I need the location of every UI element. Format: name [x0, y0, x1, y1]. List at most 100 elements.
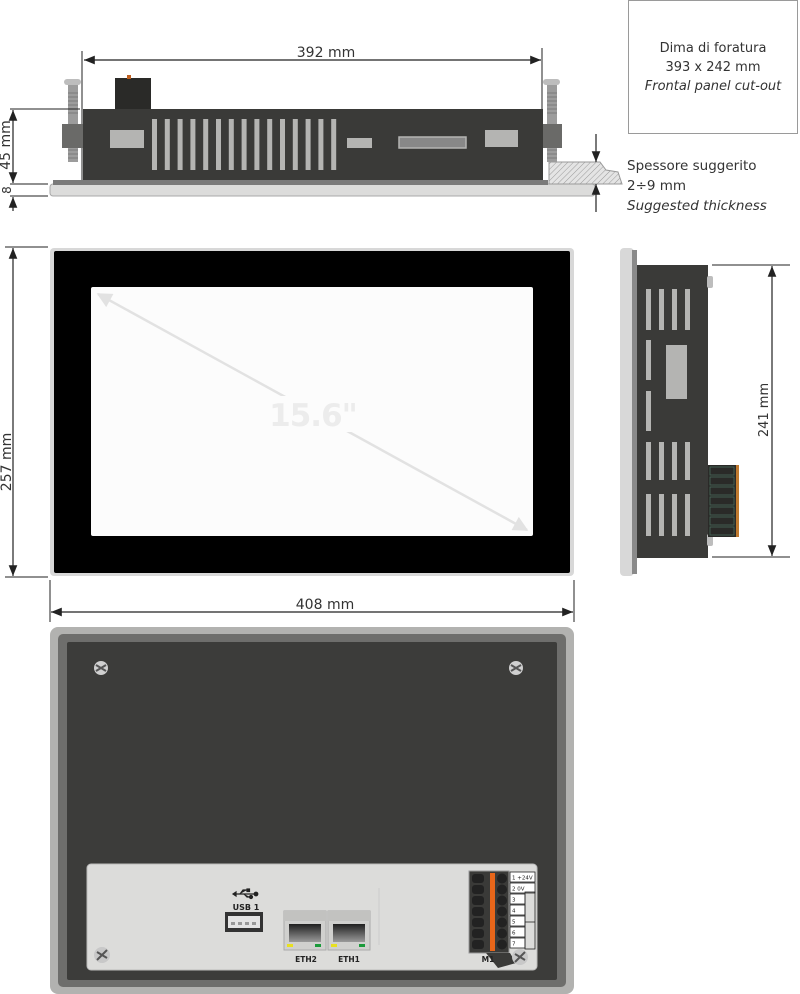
- vent-slot: [203, 119, 209, 170]
- vent-slot: [305, 119, 311, 170]
- terminal-release: [497, 917, 507, 928]
- vent-slot: [292, 119, 298, 170]
- vent-slot: [659, 289, 664, 330]
- terminal-wire-hole: [472, 874, 484, 883]
- usb-label: USB 1: [233, 903, 260, 912]
- dimension-label-257: 257 mm: [0, 433, 15, 491]
- vent-slot: [685, 442, 690, 480]
- diagonal-size-label: 15.6": [269, 398, 357, 434]
- terminal-wire-hole: [472, 885, 484, 894]
- thickness-note-range: 2÷9 mm: [627, 178, 687, 194]
- vent-slot: [646, 494, 651, 536]
- terminal-release: [497, 895, 507, 906]
- sd-slot: [398, 136, 467, 149]
- vent-slot: [672, 494, 677, 536]
- terminal-wire-hole: [472, 907, 484, 916]
- screw-icon: [94, 947, 110, 963]
- terminal-wire-hole: [472, 896, 484, 905]
- side-screw-top: [707, 276, 713, 288]
- dimension-label-241: 241 mm: [757, 383, 772, 437]
- vent-slot: [672, 289, 677, 330]
- terminal-release: [497, 939, 507, 950]
- terminal-release: [497, 873, 507, 884]
- vent-slots: [152, 119, 337, 170]
- terminal-fin: [709, 486, 735, 496]
- mounting-screw-right: [543, 79, 562, 162]
- port-rect: [347, 138, 372, 148]
- dimension-label-392: 392 mm: [297, 45, 355, 61]
- cutout-note-size: 393 x 242 mm: [665, 59, 761, 75]
- terminal-release: [497, 928, 507, 939]
- terminal-fin: [709, 476, 735, 486]
- eth1-label: ETH1: [338, 955, 360, 964]
- terminal-fin: [709, 506, 735, 516]
- terminal-release: [497, 906, 507, 917]
- screw-icon: [509, 661, 523, 675]
- eth2-label: ETH2: [295, 955, 317, 964]
- side-bezel: [620, 248, 634, 576]
- terminal-pin-label: 3: [512, 898, 516, 904]
- side-terminal-block: [708, 465, 739, 537]
- vent-slot: [331, 119, 337, 170]
- vent-slot: [190, 119, 196, 170]
- port-rect: [485, 130, 518, 147]
- cutout-note: Dima di foratura 393 x 242 mm Frontal pa…: [628, 0, 798, 134]
- thickness-note: Spessore suggerito 2÷9 mm Suggested thic…: [627, 156, 767, 216]
- rear-view: USB 1 ETH2 ETH1 M1 1 +24V2 0V34567: [50, 627, 574, 994]
- vent-slot: [685, 289, 690, 330]
- side-gasket: [632, 250, 637, 574]
- side-port: [666, 345, 687, 399]
- mounting-screw-left: [62, 79, 83, 162]
- technical-drawing: 392 mm 45 mm 8 15.6" 257 mm 408 mm 241 m…: [0, 45, 790, 994]
- terminal-pin-label: 5: [512, 920, 516, 926]
- cutout-note-title: Dima di foratura: [659, 40, 767, 56]
- top-view: 392 mm 45 mm 8: [0, 45, 623, 212]
- terminal-fin: [709, 466, 735, 476]
- vent-slot: [228, 119, 234, 170]
- terminal-block-m1[interactable]: M1 1 +24V 2 0V 3 4 5 6 7: [468, 870, 536, 968]
- side-slot: [646, 391, 651, 431]
- front-bezel-edge: [49, 183, 596, 197]
- port-rect: [110, 130, 144, 148]
- screw-icon: [512, 949, 528, 965]
- vent-slot: [177, 119, 183, 170]
- terminal-pin-label: 1 +24V: [512, 876, 533, 882]
- cutout-note-english: Frontal panel cut-out: [644, 78, 782, 94]
- dimension-label-8: 8: [0, 186, 14, 194]
- vent-slot: [152, 119, 157, 170]
- terminal-wire-hole: [472, 940, 484, 949]
- vent-slot: [672, 442, 677, 480]
- connector-tab: [127, 75, 131, 79]
- vent-slot: [685, 494, 690, 536]
- front-view: 15.6" 257 mm 408 mm: [0, 246, 575, 622]
- thickness-note-english: Suggested thickness: [627, 198, 767, 214]
- vent-slot: [659, 442, 664, 480]
- power-connector: [115, 78, 151, 109]
- terminal-fin: [709, 496, 735, 506]
- vent-slot: [267, 119, 273, 170]
- vent-slot: [646, 289, 651, 330]
- thickness-note-title: Spessore suggerito: [627, 158, 757, 174]
- dimension-label-408: 408 mm: [296, 597, 354, 613]
- side-slot: [646, 340, 651, 380]
- dimension-label-45: 45 mm: [0, 120, 14, 170]
- terminal-fin: [709, 516, 735, 526]
- terminal-wire-hole: [472, 929, 484, 938]
- vent-slot: [164, 119, 170, 170]
- terminal-pin-label: 2 0V: [512, 887, 525, 893]
- vent-slot: [254, 119, 260, 170]
- terminal-pin-label: 4: [512, 909, 516, 915]
- terminal-release: [497, 884, 507, 895]
- vent-slot: [318, 119, 324, 170]
- vent-slot: [241, 119, 247, 170]
- terminal-pin-label: 7: [512, 942, 516, 948]
- terminal-label: M1: [482, 955, 495, 964]
- side-view: 241 mm: [620, 248, 790, 576]
- screw-icon: [94, 661, 108, 675]
- vent-slot: [659, 494, 664, 536]
- terminal-fin: [709, 526, 735, 536]
- mounting-panel-section: [548, 161, 623, 185]
- terminal-pin-label: 6: [512, 931, 516, 937]
- vent-slot: [280, 119, 285, 170]
- vent-slot: [646, 442, 651, 480]
